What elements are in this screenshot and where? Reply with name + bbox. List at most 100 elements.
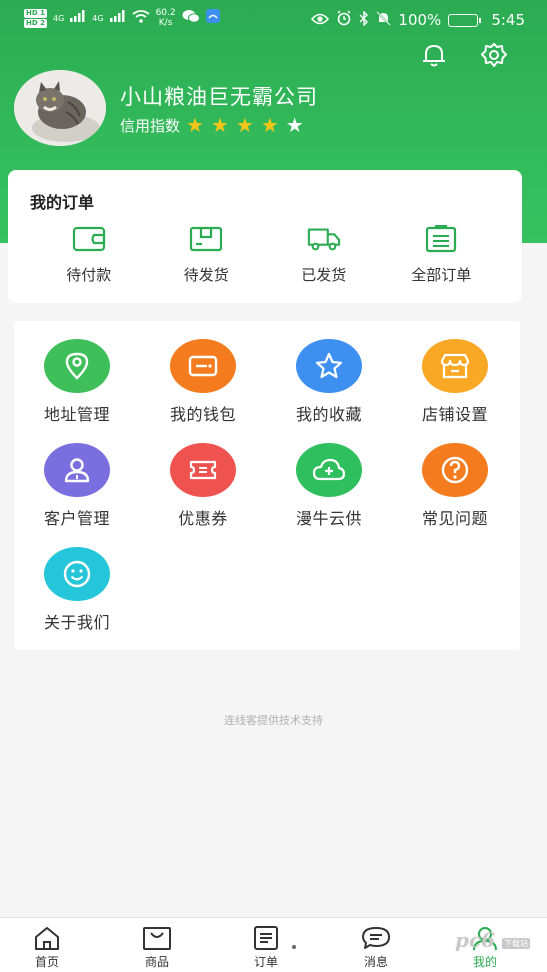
tools-card: 地址管理 我的钱包 我的收藏 店铺设置 客户管理 优惠券 漫牛云供 常见问题 关…: [14, 321, 520, 650]
signal1-label: 4G: [52, 13, 65, 23]
cloud-icon: [312, 458, 346, 481]
watermark-sub: 下载站: [502, 938, 530, 949]
smile-icon: [63, 560, 91, 588]
tool-coupons[interactable]: 优惠券: [140, 443, 266, 529]
tab-indicator-dot: [292, 945, 296, 949]
net-speed-value: 60.2: [155, 8, 176, 18]
star-icon: [315, 352, 343, 379]
store-icon: [440, 353, 470, 379]
header-actions: [419, 40, 509, 70]
tool-label: 我的钱包: [169, 405, 236, 424]
tool-label: 漫牛云供: [295, 509, 362, 528]
tool-icon-circle: [170, 339, 236, 393]
message-icon: [362, 927, 390, 949]
wifi-icon: [132, 9, 150, 27]
list-icon: [424, 224, 458, 254]
package-icon: [189, 224, 223, 254]
sim-badges: HD 1 HD 2: [24, 8, 47, 28]
notification-bell-icon[interactable]: [419, 40, 449, 70]
tool-label: 优惠券: [178, 509, 228, 528]
star-filled-icon: ★: [210, 113, 229, 137]
tool-label: 客户管理: [43, 509, 110, 528]
tool-label: 店铺设置: [421, 405, 488, 424]
order-pending-payment[interactable]: 待付款: [30, 224, 148, 285]
tool-icon-circle: [422, 443, 488, 497]
settings-gear-icon[interactable]: [479, 40, 509, 70]
wallet-icon: [72, 224, 106, 254]
eye-icon: [311, 11, 330, 29]
signal-icon: [109, 10, 126, 26]
order-label: 已发货: [301, 266, 347, 284]
sim2-badge: HD 2: [24, 18, 47, 28]
tool-store-settings[interactable]: 店铺设置: [392, 339, 518, 425]
credit-row: 信用指数 ★ ★ ★ ★ ★: [120, 115, 318, 136]
tab-label: 订单: [253, 955, 278, 969]
status-bar: HD 1 HD 2 4G 4G 60.2 K/s 100% 5:45: [0, 0, 547, 40]
tech-support-note: 连线客提供技术支持: [224, 714, 323, 727]
app-notification-icon: [205, 9, 220, 27]
user-icon: [64, 458, 90, 483]
net-speed: 60.2 K/s: [156, 8, 176, 28]
tab-label: 消息: [363, 955, 388, 969]
bag-icon: [143, 927, 171, 950]
bluetooth-icon: [359, 9, 369, 30]
tool-icon-circle: [296, 443, 362, 497]
signal-icon: [70, 10, 86, 26]
question-icon: [441, 456, 469, 484]
battery-percent: 100%: [398, 11, 442, 29]
wechat-icon: [182, 9, 200, 27]
star-filled-icon: ★: [186, 113, 204, 137]
home-icon: [35, 927, 59, 950]
cat-photo: [14, 70, 106, 146]
tab-orders[interactable]: 订单: [231, 925, 301, 970]
tool-my-wallet[interactable]: 我的钱包: [140, 339, 266, 425]
tool-icon-circle: [44, 547, 110, 601]
orders-row: 待付款 待发货 已发货 全部订单: [30, 224, 500, 285]
tool-label: 常见问题: [421, 509, 488, 528]
order-all[interactable]: 全部订单: [383, 224, 501, 285]
tool-customer-management[interactable]: 客户管理: [14, 443, 140, 529]
status-right: 100% 5:45: [311, 9, 525, 30]
watermark-logo: pc6: [455, 928, 496, 952]
my-orders-card: 我的订单 待付款 待发货 已发货 全部订单: [8, 170, 522, 303]
tool-address-management[interactable]: 地址管理: [14, 339, 140, 425]
signal2-label: 4G: [92, 13, 104, 23]
tool-icon-circle: [170, 443, 236, 497]
profile-text: 小山粮油巨无霸公司 信用指数 ★ ★ ★ ★ ★: [120, 81, 318, 136]
net-speed-unit: K/s: [158, 18, 173, 28]
star-empty-icon: ★: [285, 113, 304, 137]
orders-title: 我的订单: [30, 193, 95, 212]
tool-label: 地址管理: [43, 405, 110, 424]
coupon-icon: [189, 460, 217, 480]
tab-label: 我的: [472, 955, 497, 969]
order-label: 待付款: [66, 266, 112, 284]
tool-icon-circle: [422, 339, 488, 393]
tab-label: 商品: [144, 955, 169, 969]
tool-about-us[interactable]: 关于我们: [14, 547, 140, 633]
status-left: HD 1 HD 2 4G 4G 60.2 K/s: [24, 8, 220, 28]
tool-my-favorites[interactable]: 我的收藏: [266, 339, 392, 425]
tab-label: 首页: [34, 955, 59, 969]
tool-cloud-supply[interactable]: 漫牛云供: [266, 443, 392, 529]
profile-header: 小山粮油巨无霸公司 信用指数 ★ ★ ★ ★ ★: [14, 70, 318, 146]
star-filled-icon: ★: [235, 113, 254, 137]
tool-label: 关于我们: [43, 613, 110, 632]
company-name: 小山粮油巨无霸公司: [120, 84, 318, 109]
order-label: 全部订单: [411, 266, 472, 284]
tool-label: 我的收藏: [295, 405, 362, 424]
credit-label: 信用指数: [120, 116, 181, 135]
sim1-badge: HD 1: [24, 8, 47, 18]
order-icon: [254, 926, 278, 950]
tab-home[interactable]: 首页: [12, 925, 82, 970]
truck-icon: [307, 224, 341, 254]
mute-icon: [376, 10, 392, 30]
avatar[interactable]: [14, 70, 106, 146]
status-time: 5:45: [491, 11, 525, 29]
order-shipped[interactable]: 已发货: [265, 224, 383, 285]
tool-faq[interactable]: 常见问题: [392, 443, 518, 529]
tab-messages[interactable]: 消息: [341, 925, 411, 970]
star-filled-icon: ★: [260, 113, 279, 137]
order-pending-shipment[interactable]: 待发货: [148, 224, 266, 285]
wallet-icon: [188, 355, 218, 377]
tab-products[interactable]: 商品: [122, 925, 192, 970]
